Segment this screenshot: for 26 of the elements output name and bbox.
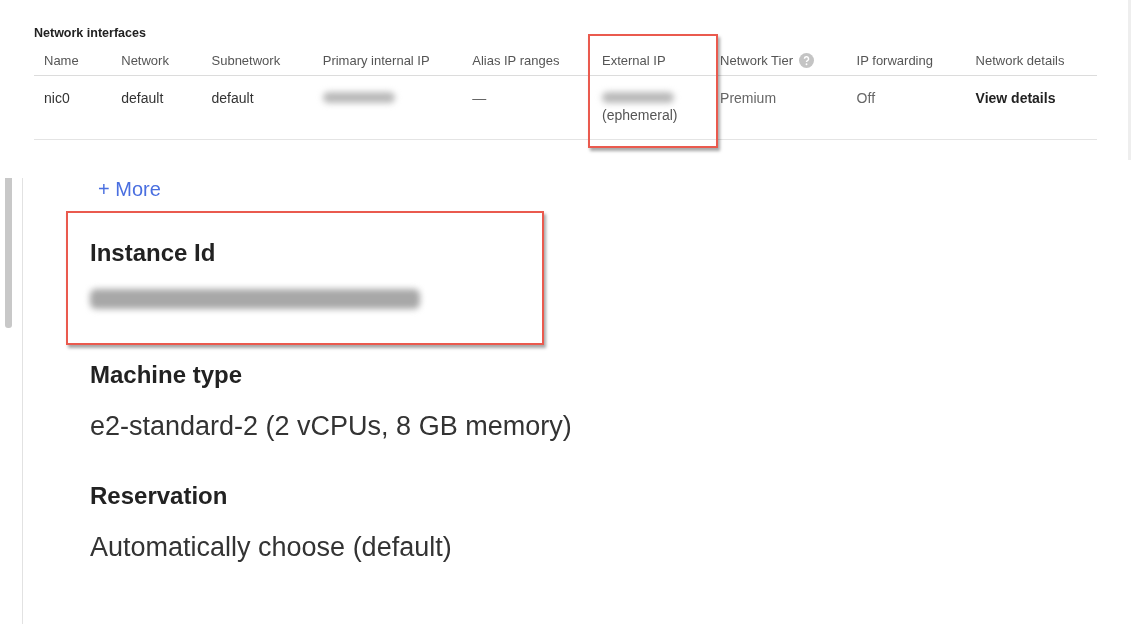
column-header: Primary internal IP bbox=[322, 53, 430, 68]
column-header: Network details bbox=[975, 53, 1065, 68]
column-header: IP forwarding bbox=[856, 53, 933, 68]
more-link[interactable]: + More bbox=[98, 178, 1139, 201]
section-title: Network interfaces bbox=[34, 26, 147, 40]
column-header: Network bbox=[121, 53, 169, 68]
table-cell-text: (ephemeral) bbox=[602, 107, 679, 123]
column-header: Alias IP ranges bbox=[472, 53, 560, 68]
field-label: Instance Id bbox=[90, 239, 217, 267]
field-label: Reservation bbox=[90, 482, 229, 510]
redacted-text bbox=[602, 92, 674, 103]
table-cell: nic0 bbox=[44, 90, 70, 106]
field-label: Machine type bbox=[90, 361, 244, 389]
table-cell: Off bbox=[856, 90, 876, 106]
help-icon[interactable] bbox=[799, 53, 815, 68]
table-cell: Premium bbox=[720, 90, 777, 106]
view-details-link[interactable]: View details bbox=[975, 90, 1056, 106]
column-header: External IP bbox=[602, 53, 666, 68]
field-value: e2-standard-2 (2 vCPUs, 8 GB memory) bbox=[90, 411, 572, 442]
column-header: Subnetwork bbox=[211, 53, 281, 68]
table-cell: — bbox=[472, 90, 487, 106]
field-value: Automatically choose (default) bbox=[90, 532, 452, 563]
column-header: Network Tier bbox=[720, 53, 794, 68]
column-header: Name bbox=[44, 53, 79, 68]
table-cell: default bbox=[211, 90, 254, 106]
table-cell: default bbox=[121, 90, 164, 106]
